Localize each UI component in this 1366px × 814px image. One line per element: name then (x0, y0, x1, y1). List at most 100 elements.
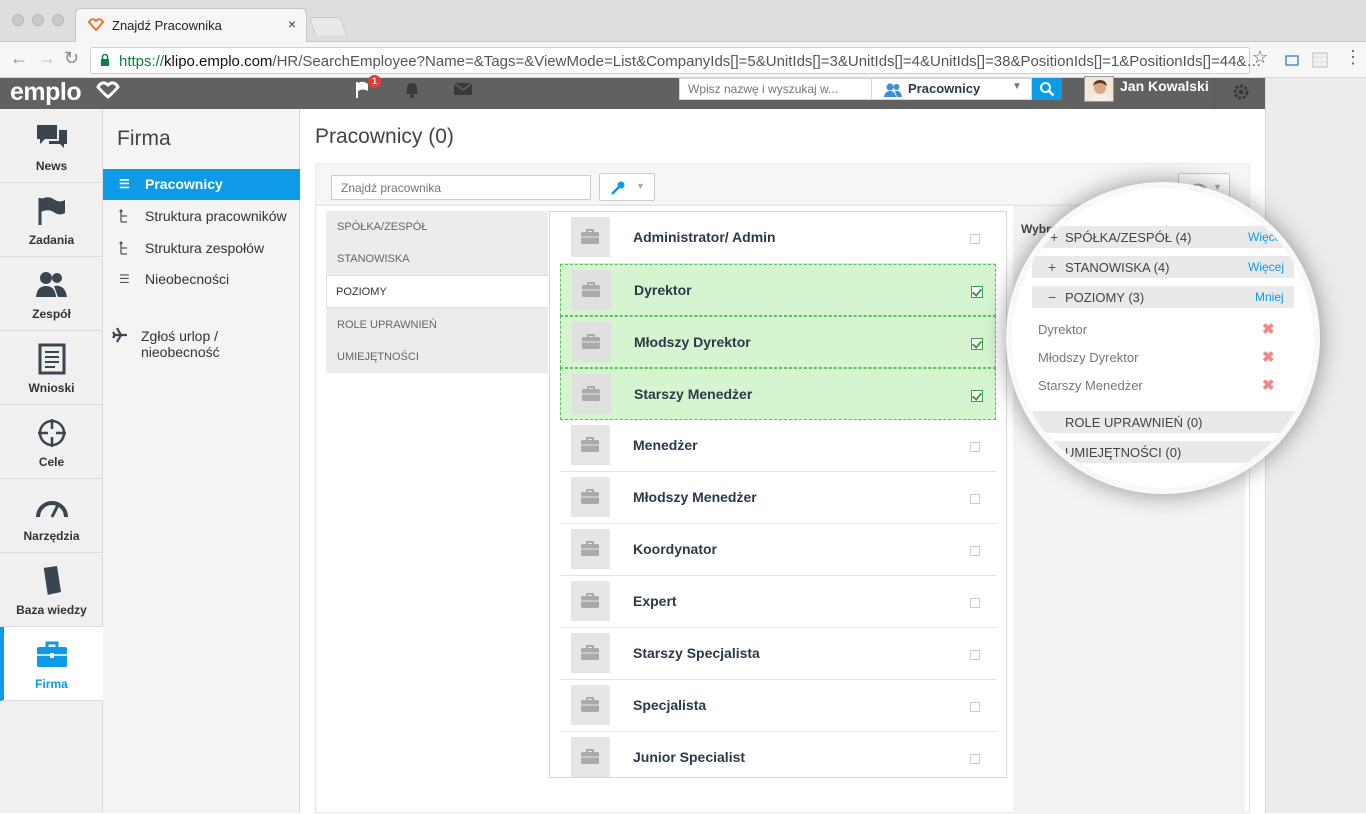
level-thumbnail (571, 425, 610, 465)
new-tab-button[interactable] (308, 17, 348, 35)
level-row[interactable]: Starszy Menedżer (560, 368, 996, 420)
nav-item-cele[interactable]: Cele (0, 405, 103, 479)
level-row[interactable]: Specjalista (560, 680, 996, 732)
nav-item-news[interactable]: News (0, 109, 103, 183)
browser-menu-icon[interactable]: ⋮ (1344, 47, 1362, 68)
window-minimize-button[interactable] (32, 14, 44, 26)
level-name: Starszy Menedżer (634, 386, 753, 402)
bell-icon[interactable] (402, 80, 422, 105)
filter-category-umiejetnosci[interactable]: UMIEJĘTNOŚCI (326, 341, 548, 374)
gauge-icon (36, 501, 68, 518)
nav-label: News (35, 159, 68, 173)
filter-category-poziomy[interactable]: POZIOMY (326, 275, 548, 308)
level-row[interactable]: Menedżer (560, 420, 996, 472)
level-name: Starszy Specjalista (633, 645, 760, 661)
subnav-item-struktura-zespolow[interactable]: Struktura zespołów (103, 233, 300, 264)
gear-icon[interactable] (1232, 83, 1250, 106)
more-link[interactable]: Więcej (1248, 260, 1284, 274)
find-employee-input[interactable] (331, 175, 591, 200)
level-name: Administrator/ Admin (633, 229, 776, 245)
nav-label: Zadania (28, 233, 75, 247)
level-row[interactable]: Starszy Specjalista (560, 628, 996, 680)
remove-icon[interactable]: ✖ (1262, 376, 1275, 394)
nav-item-narzedzia[interactable]: Narzędzia (0, 479, 103, 553)
level-checkbox[interactable] (970, 494, 980, 504)
level-checkbox[interactable] (970, 702, 980, 712)
remove-icon[interactable]: ✖ (1262, 348, 1275, 366)
level-checkbox[interactable] (970, 650, 980, 660)
level-row[interactable]: Administrator/ Admin (560, 212, 996, 264)
window-maximize-button[interactable] (52, 14, 64, 26)
tab-close-icon[interactable]: × (288, 16, 296, 32)
users-icon (884, 82, 902, 103)
search-button[interactable] (1032, 78, 1062, 100)
level-checkbox[interactable] (970, 234, 980, 244)
tree-icon (119, 241, 129, 258)
level-name: Menedżer (633, 437, 698, 453)
nav-item-zespol[interactable]: Zespół (0, 257, 103, 331)
level-checkbox[interactable] (970, 546, 980, 556)
global-search-input[interactable] (688, 82, 868, 96)
remove-icon[interactable]: ✖ (1262, 320, 1275, 338)
level-row[interactable]: Junior Specialist (560, 732, 996, 777)
browser-tab[interactable]: Znajdź Pracownika × (75, 8, 307, 42)
subnav-item-nieobecnosci[interactable]: ☰ Nieobecności (103, 264, 300, 295)
filter-category-role-uprawnien[interactable]: ROLE UPRAWNIEŃ (326, 309, 548, 342)
list-icon: ☰ (119, 272, 130, 286)
less-link[interactable]: Mniej (1255, 290, 1284, 304)
nav-item-baza-wiedzy[interactable]: Baza wiedzy (0, 553, 103, 627)
address-bar[interactable]: https://klipo.emplo.com/HR/SearchEmploye… (90, 47, 1261, 74)
book-icon (42, 566, 61, 596)
level-checkbox[interactable] (971, 338, 983, 350)
selected-group-poziomy[interactable]: − POZIOMY (3) Mniej (1032, 286, 1294, 308)
level-row[interactable]: Dyrektor (560, 264, 996, 316)
main-sidebar: News Zadania Zespół Wnioski Cele Narzędz… (0, 109, 103, 813)
level-name: Junior Specialist (633, 749, 746, 765)
subnav-item-zglos-urlop[interactable]: Zgłoś urlop / nieobecność (103, 321, 300, 360)
level-row[interactable]: Koordynator (560, 524, 996, 576)
nav-item-zadania[interactable]: Zadania (0, 183, 103, 257)
level-row[interactable]: Młodszy Menedżer (560, 472, 996, 524)
key-filter-button[interactable]: ▼ (599, 173, 655, 201)
tab-title: Znajdź Pracownika (112, 18, 222, 33)
emplo-logo[interactable]: emplo (10, 78, 82, 107)
subnav-item-pracownicy[interactable]: ☰ Pracownicy (103, 169, 300, 200)
reload-icon[interactable]: ↻ (64, 48, 79, 69)
level-name: Dyrektor (634, 282, 692, 298)
level-row[interactable]: Młodszy Dyrektor (560, 316, 996, 368)
chevron-down-icon: ▼ (636, 181, 645, 191)
more-link[interactable]: Więcej (1248, 230, 1284, 244)
emplo-favicon-icon (87, 17, 105, 36)
selected-group-role-uprawnien[interactable]: ROLE UPRAWNIEŃ (0) (1032, 411, 1294, 433)
nav-item-wnioski[interactable]: Wnioski (0, 331, 103, 405)
filter-category-stanowiska[interactable]: STANOWISKA (326, 243, 548, 276)
level-checkbox[interactable] (971, 286, 983, 298)
selected-group-stanowiska[interactable]: + STANOWISKA (4) Więcej (1032, 256, 1294, 278)
airplane-icon (112, 327, 128, 346)
filter-category-spolka-zespol[interactable]: SPÓŁKA/ZESPÓŁ (326, 211, 548, 244)
selected-group-spolka-zespol[interactable]: + SPÓŁKA/ZESPÓŁ (4) Więcej (1012, 226, 1312, 248)
forward-arrow-icon[interactable]: → (38, 48, 56, 69)
nav-label: Firma (35, 677, 68, 691)
bookmark-star-icon[interactable]: ☆ (1252, 47, 1268, 68)
subnav-item-struktura-pracownikow[interactable]: Struktura pracowników (103, 201, 300, 232)
window-close-button[interactable] (12, 14, 24, 26)
back-arrow-icon[interactable]: ← (10, 48, 28, 69)
extension-grid-icon[interactable] (1312, 52, 1328, 73)
user-name[interactable]: Jan Kowalski (1120, 78, 1209, 94)
level-thumbnail (571, 737, 610, 777)
selected-group-umiejetnosci[interactable]: UMIEJĘTNOŚCI (0) (1012, 441, 1312, 463)
search-scope-select[interactable]: Pracownicy ▼ (872, 78, 1032, 100)
magnifier-callout: + SPÓŁKA/ZESPÓŁ (4) Więcej + STANOWISKA … (1012, 188, 1314, 488)
target-icon (38, 419, 66, 447)
level-checkbox[interactable] (970, 598, 980, 608)
global-search-box (679, 78, 872, 100)
level-checkbox[interactable] (970, 442, 980, 452)
mail-icon[interactable] (453, 82, 473, 101)
avatar[interactable] (1084, 76, 1114, 102)
extension-icon[interactable] (1284, 52, 1300, 73)
level-checkbox[interactable] (970, 754, 980, 764)
level-checkbox[interactable] (971, 390, 983, 402)
level-row[interactable]: Expert (560, 576, 996, 628)
nav-item-firma[interactable]: Firma (0, 627, 103, 701)
